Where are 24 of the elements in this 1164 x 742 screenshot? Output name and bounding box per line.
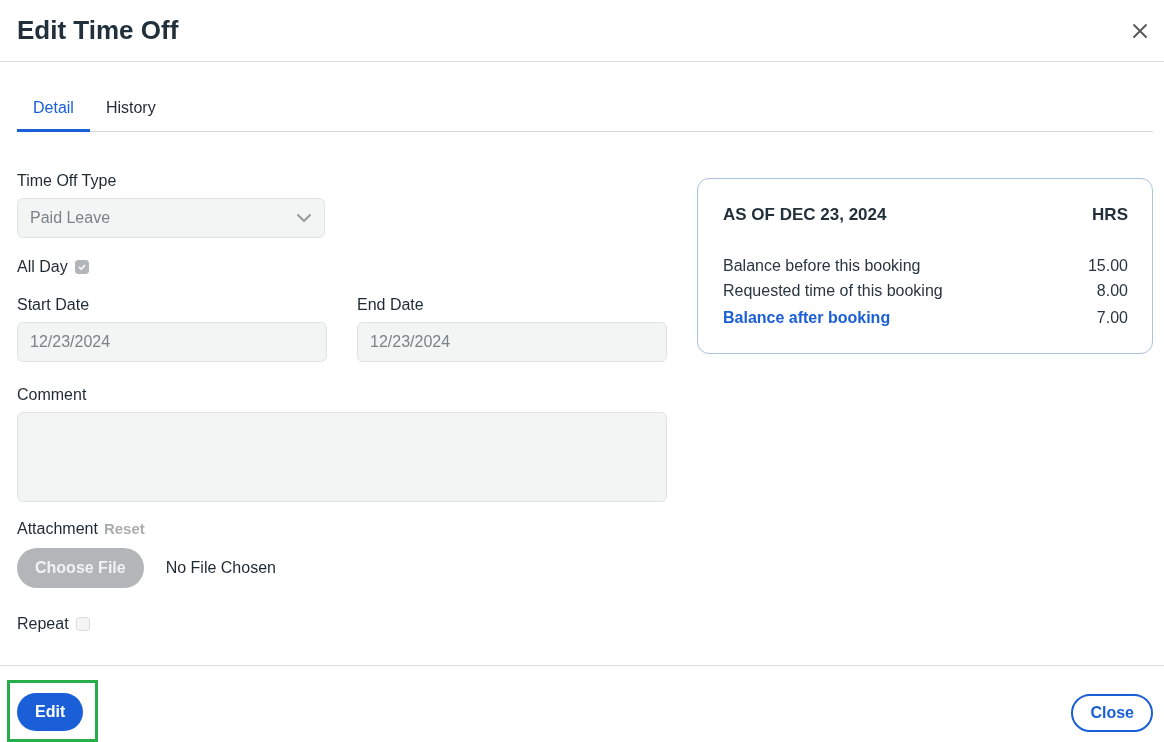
unit-heading: HRS: [1092, 205, 1128, 225]
balance-label: Balance after booking: [723, 308, 891, 328]
chevron-down-icon: [296, 213, 312, 223]
field-label: Time Off Type: [17, 172, 117, 190]
checkbox-label: All Day: [17, 258, 68, 276]
check-icon: [76, 262, 87, 272]
field-label: End Date: [357, 296, 425, 314]
balance-label: Balance before this booking: [723, 256, 921, 276]
file-status: No File Chosen: [165, 559, 276, 577]
balance-value: 8.00: [1096, 281, 1128, 301]
balance-heading: AS OF DEC 23, 2024: [723, 205, 887, 225]
close-button[interactable]: Close: [1071, 694, 1153, 732]
close-icon[interactable]: [1132, 22, 1148, 39]
dialog-title: Edit Time Off: [17, 15, 179, 46]
tab[interactable]: Detail: [17, 86, 90, 132]
tab[interactable]: History: [89, 86, 172, 132]
balance-value: 7.00: [1096, 308, 1128, 328]
balance-label: Requested time of this booking: [723, 281, 943, 301]
checkbox-label: Repeat: [17, 615, 69, 633]
field-label: Attachment: [17, 520, 98, 538]
edit-button[interactable]: Edit: [17, 693, 84, 731]
balance-value: 15.00: [1087, 256, 1128, 276]
field-label: Start Date: [17, 296, 91, 314]
field-label: Comment: [17, 386, 87, 404]
